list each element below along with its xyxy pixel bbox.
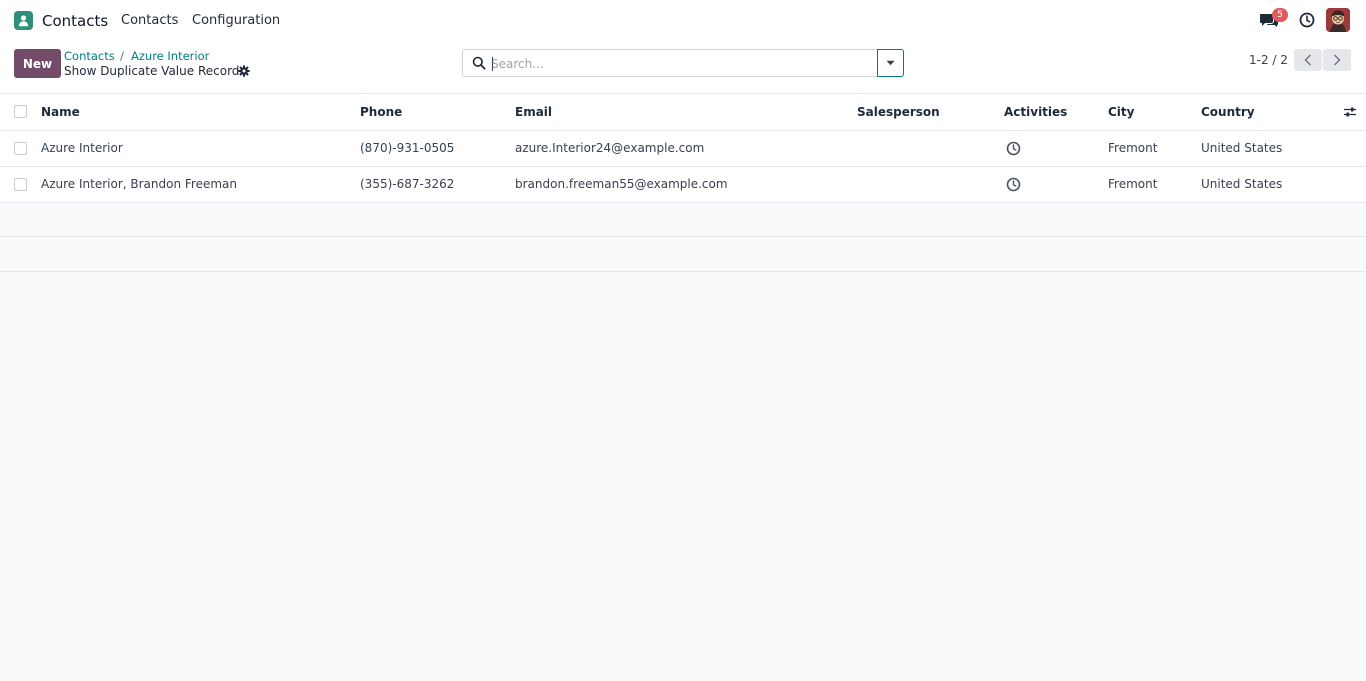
messages-count-badge: 5	[1272, 8, 1288, 22]
activity-clock-icon[interactable]	[1006, 141, 1021, 160]
column-header-city[interactable]: City	[1108, 105, 1134, 119]
top-navbar: Contacts Contacts Configuration 5	[0, 0, 1366, 40]
contacts-app-icon[interactable]	[14, 11, 33, 30]
empty-row	[0, 237, 1366, 272]
empty-row	[0, 203, 1366, 237]
breadcrumb-contacts[interactable]: Contacts	[64, 49, 115, 63]
caret-down-icon	[886, 60, 895, 66]
chevron-left-icon	[1304, 54, 1311, 66]
cell-phone: (355)-687-3262	[360, 177, 455, 191]
breadcrumb-separator: /	[120, 49, 124, 63]
user-avatar[interactable]	[1326, 8, 1350, 32]
cell-name: Azure Interior	[41, 141, 123, 155]
column-header-activities[interactable]: Activities	[1004, 105, 1067, 119]
control-panel: New Contacts / Azure Interior Show Dupli…	[0, 40, 1366, 94]
app-title[interactable]: Contacts	[42, 12, 108, 30]
gear-icon[interactable]	[238, 65, 250, 81]
cell-city: Fremont	[1108, 177, 1158, 191]
pager-next-button[interactable]	[1323, 49, 1351, 71]
column-header-name[interactable]: Name	[41, 105, 80, 119]
optional-columns-icon[interactable]	[1343, 106, 1357, 122]
column-header-phone[interactable]: Phone	[360, 105, 402, 119]
search-input[interactable]	[491, 55, 871, 73]
cell-email: azure.Interior24@example.com	[515, 141, 705, 155]
table-row[interactable]: Azure Interior, Brandon Freeman (355)-68…	[0, 167, 1366, 203]
cell-country: United States	[1201, 141, 1283, 155]
menu-contacts[interactable]: Contacts	[121, 13, 178, 28]
column-header-country[interactable]: Country	[1201, 105, 1255, 119]
activity-clock-icon[interactable]	[1006, 177, 1021, 196]
cell-name: Azure Interior, Brandon Freeman	[41, 177, 238, 191]
table-header: Name Phone Email Salesperson Activities …	[0, 94, 1366, 131]
cell-phone: (870)-931-0505	[360, 141, 455, 155]
row-checkbox[interactable]	[14, 178, 27, 191]
text-cursor	[492, 57, 493, 71]
breadcrumb-azure-interior[interactable]: Azure Interior	[131, 49, 209, 63]
search-icon	[472, 56, 486, 74]
column-header-salesperson[interactable]: Salesperson	[857, 105, 940, 119]
pager-value[interactable]: 1-2 / 2	[1249, 53, 1288, 67]
cell-city: Fremont	[1108, 141, 1158, 155]
search-bar[interactable]	[462, 49, 878, 77]
new-button[interactable]: New	[14, 49, 61, 78]
chevron-right-icon	[1334, 54, 1341, 66]
column-header-email[interactable]: Email	[515, 105, 552, 119]
pager-previous-button[interactable]	[1294, 49, 1322, 71]
search-options-toggle[interactable]	[877, 49, 904, 77]
page-title: Show Duplicate Value Record	[64, 64, 240, 78]
activity-clock-icon[interactable]	[1299, 12, 1315, 32]
row-checkbox[interactable]	[14, 142, 27, 155]
select-all-checkbox[interactable]	[14, 105, 27, 118]
cell-email: brandon.freeman55@example.com	[515, 177, 728, 191]
cell-country: United States	[1201, 177, 1283, 191]
menu-configuration[interactable]: Configuration	[192, 13, 280, 28]
table-row[interactable]: Azure Interior (870)-931-0505 azure.Inte…	[0, 131, 1366, 167]
